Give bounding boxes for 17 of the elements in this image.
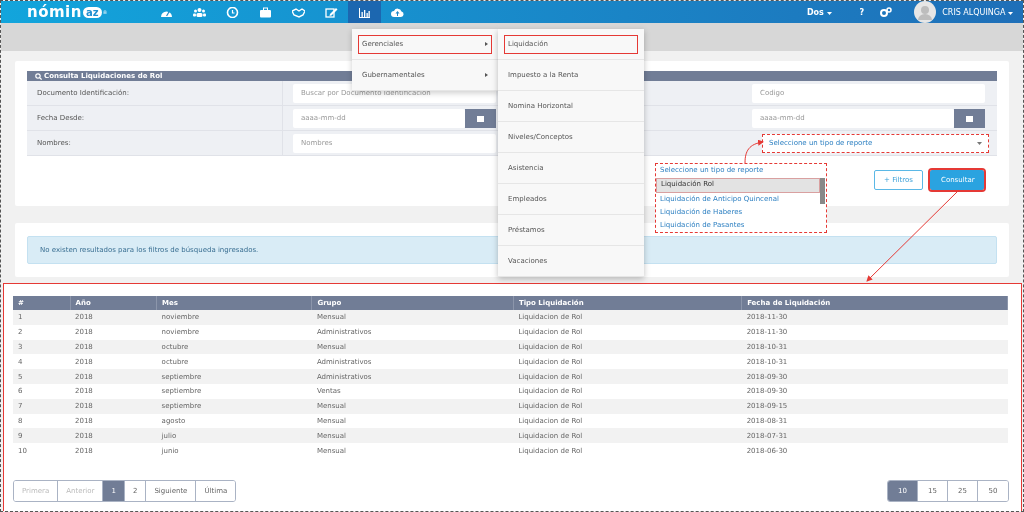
company-dropdown[interactable]: Dos xyxy=(792,7,846,17)
scrollbar[interactable] xyxy=(820,178,825,204)
search-icon xyxy=(35,72,42,80)
settings-icon[interactable] xyxy=(880,7,893,17)
caret-icon xyxy=(826,11,832,15)
chart-icon[interactable] xyxy=(347,1,381,23)
calendar-button[interactable] xyxy=(954,108,985,128)
caret-icon xyxy=(977,141,982,145)
submenu-arrow-icon xyxy=(485,73,488,77)
calendar-button[interactable] xyxy=(465,108,496,128)
caret-icon xyxy=(1008,11,1013,15)
user-menu[interactable]: CRIS ALQUINGA xyxy=(936,7,1019,17)
avatar-icon[interactable] xyxy=(914,1,937,23)
submenu-arrow-icon xyxy=(485,42,488,46)
calendar-icon xyxy=(477,114,484,122)
help-button[interactable]: ? xyxy=(845,7,879,17)
calendar-icon xyxy=(966,114,973,122)
